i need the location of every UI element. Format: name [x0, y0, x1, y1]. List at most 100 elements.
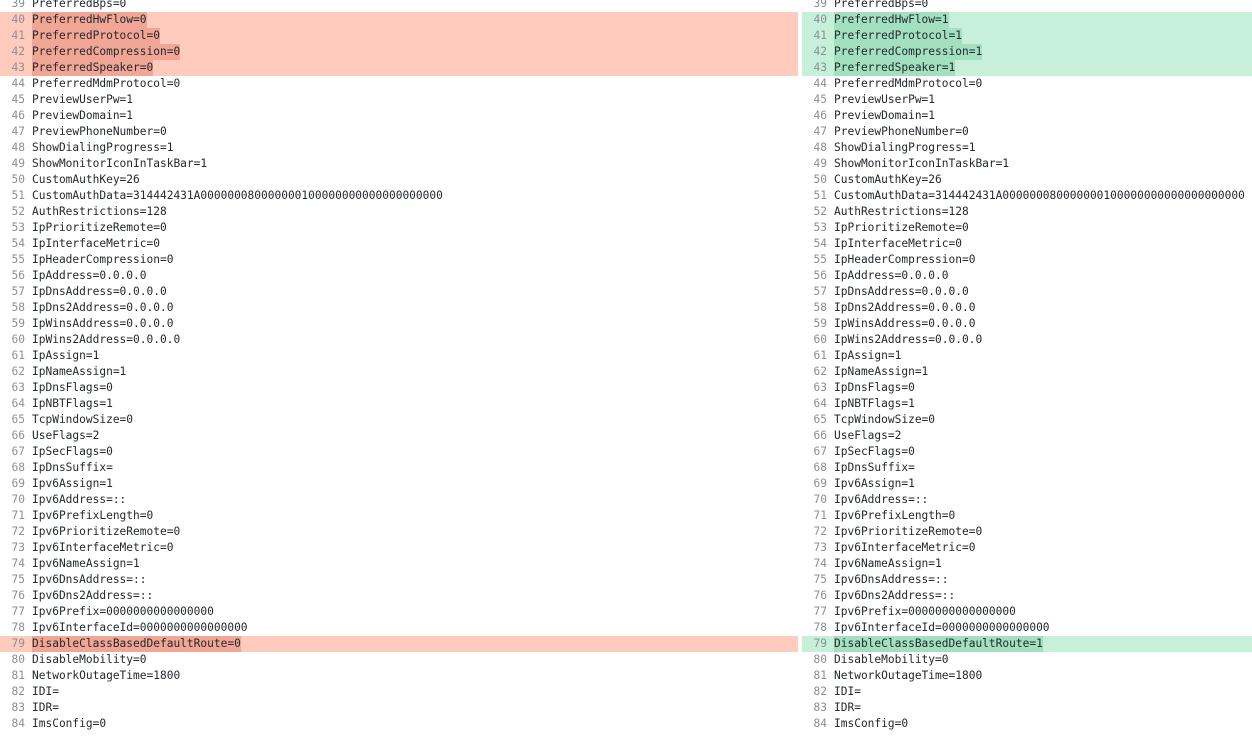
line-content: Ipv6PrioritizeRemote=0	[32, 525, 181, 538]
line-content: Ipv6NameAssign=1	[834, 557, 942, 570]
line-content: Ipv6InterfaceMetric=0	[834, 541, 976, 554]
diff-line: 39 PreferredBps=0	[802, 0, 1252, 12]
line-content: PreferredHwFlow=0	[32, 12, 147, 28]
line-content: Ipv6DnsAddress=::	[32, 573, 147, 586]
line-number: 46	[813, 109, 827, 122]
diff-line: 81 NetworkOutageTime=1800	[0, 668, 798, 684]
diff-line: 67 IpSecFlags=0	[0, 444, 798, 460]
diff-line: 39 PreferredBps=0	[0, 0, 798, 12]
line-content: PreferredSpeaker=1	[834, 60, 956, 76]
line-number: 72	[11, 525, 25, 538]
diff-line: 47 PreviewPhoneNumber=0	[802, 124, 1252, 140]
line-number: 48	[11, 141, 25, 154]
line-number: 57	[813, 285, 827, 298]
diff-line: 55 IpHeaderCompression=0	[802, 252, 1252, 268]
line-number: 84	[11, 717, 25, 730]
line-content: ImsConfig=0	[32, 717, 107, 730]
diff-line: 75 Ipv6DnsAddress=::	[802, 572, 1252, 588]
diff-line: 54 IpInterfaceMetric=0	[802, 236, 1252, 252]
diff-line: 55 IpHeaderCompression=0	[0, 252, 798, 268]
right-diff-pane[interactable]: 39 PreferredBps=0 40 PreferredHwFlow=1 41 Pre…	[802, 0, 1252, 732]
line-number: 48	[813, 141, 827, 154]
diff-line: 51 CustomAuthData=314442431A0000000800000…	[802, 188, 1252, 204]
line-content: PreviewUserPw=1	[834, 93, 936, 106]
line-number: 41	[11, 29, 25, 42]
line-number: 61	[813, 349, 827, 362]
line-content: IDI=	[834, 685, 861, 698]
diff-line: 78 Ipv6InterfaceId=0000000000000000	[802, 620, 1252, 636]
line-content: IpNBTFlags=1	[32, 397, 113, 410]
line-number: 83	[813, 701, 827, 714]
left-diff-pane[interactable]: 39 PreferredBps=0 40 PreferredHwFlow=0 41 Pre…	[0, 0, 798, 732]
line-number: 51	[11, 189, 25, 202]
diff-line: 57 IpDnsAddress=0.0.0.0	[802, 284, 1252, 300]
line-content: Ipv6Dns2Address=::	[834, 589, 956, 602]
line-content: IpWins2Address=0.0.0.0	[32, 333, 181, 346]
diff-line: 76 Ipv6Dns2Address=::	[802, 588, 1252, 604]
line-content: Ipv6PrefixLength=0	[32, 509, 154, 522]
diff-line: 74 Ipv6NameAssign=1	[802, 556, 1252, 572]
line-content: IpInterfaceMetric=0	[32, 237, 160, 250]
line-content: IpNBTFlags=1	[834, 397, 915, 410]
line-number: 79	[813, 637, 827, 650]
line-content: IpAddress=0.0.0.0	[32, 269, 147, 282]
line-number: 47	[11, 125, 25, 138]
diff-line: 49 ShowMonitorIconInTaskBar=1	[802, 156, 1252, 172]
line-number: 65	[11, 413, 25, 426]
line-number: 52	[11, 205, 25, 218]
line-number: 54	[813, 237, 827, 250]
line-content: IpDnsSuffix=	[834, 461, 915, 474]
line-content: Ipv6Assign=1	[834, 477, 915, 490]
line-number: 67	[813, 445, 827, 458]
diff-line: 81 NetworkOutageTime=1800	[802, 668, 1252, 684]
diff-line: 77 Ipv6Prefix=0000000000000000	[802, 604, 1252, 620]
line-content: IpSecFlags=0	[834, 445, 915, 458]
diff-line-removed: 42 PreferredCompression=0	[0, 44, 798, 60]
diff-line: 63 IpDnsFlags=0	[802, 380, 1252, 396]
line-content: IpHeaderCompression=0	[32, 253, 174, 266]
diff-line: 52 AuthRestrictions=128	[0, 204, 798, 220]
line-number: 51	[813, 189, 827, 202]
line-content: Ipv6Prefix=0000000000000000	[834, 605, 1016, 618]
line-number: 45	[813, 93, 827, 106]
line-number: 52	[813, 205, 827, 218]
diff-line: 64 IpNBTFlags=1	[0, 396, 798, 412]
line-content: IDR=	[834, 701, 861, 714]
line-content: NetworkOutageTime=1800	[834, 669, 983, 682]
line-number: 64	[813, 397, 827, 410]
line-content: AuthRestrictions=128	[32, 205, 167, 218]
line-number: 50	[11, 173, 25, 186]
line-content: PreferredBps=0	[32, 0, 127, 10]
diff-line-removed: 79 DisableClassBasedDefaultRoute=0	[0, 636, 798, 652]
line-number: 41	[813, 29, 827, 42]
diff-line: 70 Ipv6Address=::	[0, 492, 798, 508]
line-content: IpInterfaceMetric=0	[834, 237, 962, 250]
diff-line: 52 AuthRestrictions=128	[802, 204, 1252, 220]
line-content: IpDnsSuffix=	[32, 461, 113, 474]
line-number: 59	[813, 317, 827, 330]
diff-line: 68 IpDnsSuffix=	[0, 460, 798, 476]
line-content: DisableMobility=0	[32, 653, 147, 666]
line-content: IDI=	[32, 685, 59, 698]
diff-line: 66 UseFlags=2	[802, 428, 1252, 444]
diff-line-added: 40 PreferredHwFlow=1	[802, 12, 1252, 28]
line-content: Ipv6Address=::	[32, 493, 127, 506]
diff-line: 76 Ipv6Dns2Address=::	[0, 588, 798, 604]
diff-line: 60 IpWins2Address=0.0.0.0	[0, 332, 798, 348]
line-number: 70	[11, 493, 25, 506]
line-number: 75	[813, 573, 827, 586]
line-content: ShowDialingProgress=1	[834, 141, 976, 154]
diff-line: 83 IDR=	[0, 700, 798, 716]
diff-line-added: 42 PreferredCompression=1	[802, 44, 1252, 60]
line-content: Ipv6Dns2Address=::	[32, 589, 154, 602]
line-number: 47	[813, 125, 827, 138]
line-number: 69	[813, 477, 827, 490]
diff-line-removed: 40 PreferredHwFlow=0	[0, 12, 798, 28]
line-number: 61	[11, 349, 25, 362]
diff-line: 60 IpWins2Address=0.0.0.0	[802, 332, 1252, 348]
diff-line: 49 ShowMonitorIconInTaskBar=1	[0, 156, 798, 172]
line-number: 58	[11, 301, 25, 314]
diff-line-added: 41 PreferredProtocol=1	[802, 28, 1252, 44]
line-number: 77	[11, 605, 25, 618]
line-content: IpHeaderCompression=0	[834, 253, 976, 266]
